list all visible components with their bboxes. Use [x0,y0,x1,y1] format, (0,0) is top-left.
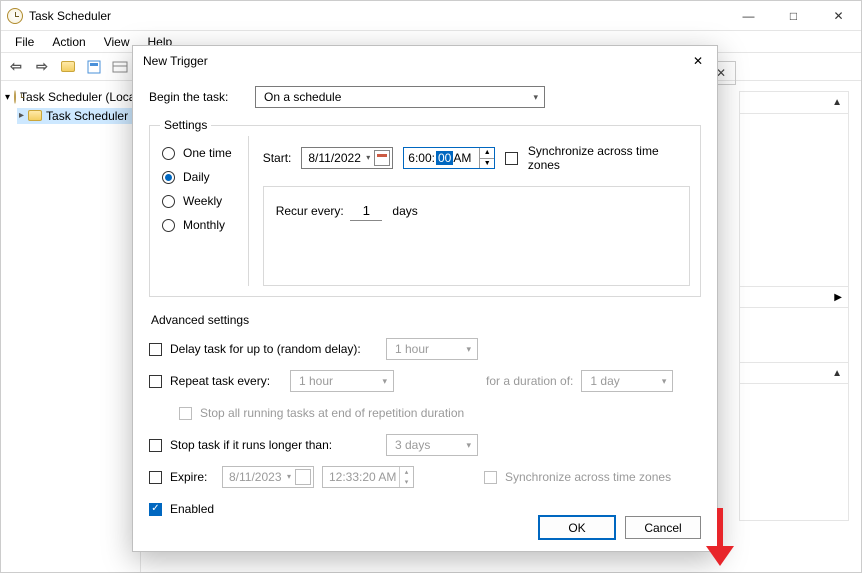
minimize-button[interactable]: — [726,1,771,31]
chevron-down-icon: ▾ [533,92,538,103]
ok-button[interactable]: OK [539,516,615,539]
expire-sync-checkbox [484,471,497,484]
actions-pane: ▲ ▶ ▲ [739,91,849,521]
window-title: Task Scheduler [7,8,111,24]
freq-daily[interactable]: Daily [162,170,232,184]
dialog-close-button[interactable]: ✕ [683,46,713,76]
tree-library-label: Task Scheduler Library [46,109,141,123]
recur-unit: days [392,204,417,218]
begin-task-label: Begin the task: [149,90,245,104]
stop-running-checkbox [179,407,192,420]
clock-icon [14,90,16,104]
expire-label: Expire: [170,470,214,484]
delay-label: Delay task for up to (random delay): [170,342,378,356]
calendar-icon [374,150,390,166]
stop-if-label: Stop task if it runs longer than: [170,438,378,452]
start-date-value: 8/11/2022 [308,151,361,165]
repeat-combo[interactable]: 1 hour▾ [290,370,394,392]
advanced-settings-label: Advanced settings [151,313,701,327]
actions-header-1[interactable]: ▲ [740,92,848,114]
stop-if-combo[interactable]: 3 days▾ [386,434,478,456]
time-spinner[interactable]: ▲▼ [479,148,494,168]
new-trigger-dialog: New Trigger ✕ Begin the task: On a sched… [132,45,718,552]
calendar-icon [295,469,311,485]
delay-checkbox[interactable] [149,343,162,356]
recur-value-input[interactable] [350,201,382,221]
repeat-checkbox[interactable] [149,375,162,388]
toolbar-icon-2[interactable] [83,56,105,78]
tree-library[interactable]: ▸ Task Scheduler Library [17,108,141,124]
delay-combo[interactable]: 1 hour▾ [386,338,478,360]
sync-tz-checkbox[interactable] [505,152,518,165]
start-label: Start: [263,151,292,165]
freq-monthly[interactable]: Monthly [162,218,232,232]
actions-header-2[interactable]: ▲ [740,362,848,384]
start-date-picker[interactable]: 8/11/2022 ▾ [301,147,393,169]
nav-back-button[interactable]: ⇦ [5,56,27,78]
nav-forward-button[interactable]: ⇨ [31,56,53,78]
folder-icon [28,110,42,121]
duration-label: for a duration of: [486,374,573,388]
expire-sync-label: Synchronize across time zones [505,470,671,484]
enabled-label: Enabled [170,502,214,516]
tree-root[interactable]: ▾ Task Scheduler (Local) [5,87,136,107]
settings-legend: Settings [160,118,211,132]
dialog-title: New Trigger [143,54,208,68]
enabled-checkbox[interactable] [149,503,162,516]
start-time-picker[interactable]: 6:00:00 AM ▲▼ [403,147,495,169]
app-icon-clock [7,8,23,24]
begin-task-value: On a schedule [264,90,341,104]
stop-running-label: Stop all running tasks at end of repetit… [200,406,464,420]
begin-task-combo[interactable]: On a schedule ▾ [255,86,545,108]
start-minutes-selected: 00 [436,151,453,165]
menu-action[interactable]: Action [44,33,93,51]
actions-scroll[interactable]: ▶ [740,286,848,308]
tree-root-label: Task Scheduler (Local) [20,90,141,104]
recur-label: Recur every: [276,204,344,218]
menu-file[interactable]: File [7,33,42,51]
duration-combo[interactable]: 1 day▾ [581,370,673,392]
toolbar-icon-3[interactable] [109,56,131,78]
cancel-button[interactable]: Cancel [625,516,701,539]
freq-one-time[interactable]: One time [162,146,232,160]
expire-checkbox[interactable] [149,471,162,484]
sync-tz-label: Synchronize across time zones [528,144,690,172]
maximize-button[interactable]: □ [771,1,816,31]
close-window-button[interactable]: ✕ [816,1,861,31]
repeat-label: Repeat task every: [170,374,282,388]
expire-time-picker[interactable]: 12:33:20 AM▴▾ [322,466,414,488]
expire-date-picker[interactable]: 8/11/2023▾ [222,466,314,488]
window-title-text: Task Scheduler [29,9,111,23]
toolbar-icon-1[interactable] [57,56,79,78]
stop-if-checkbox[interactable] [149,439,162,452]
freq-weekly[interactable]: Weekly [162,194,232,208]
